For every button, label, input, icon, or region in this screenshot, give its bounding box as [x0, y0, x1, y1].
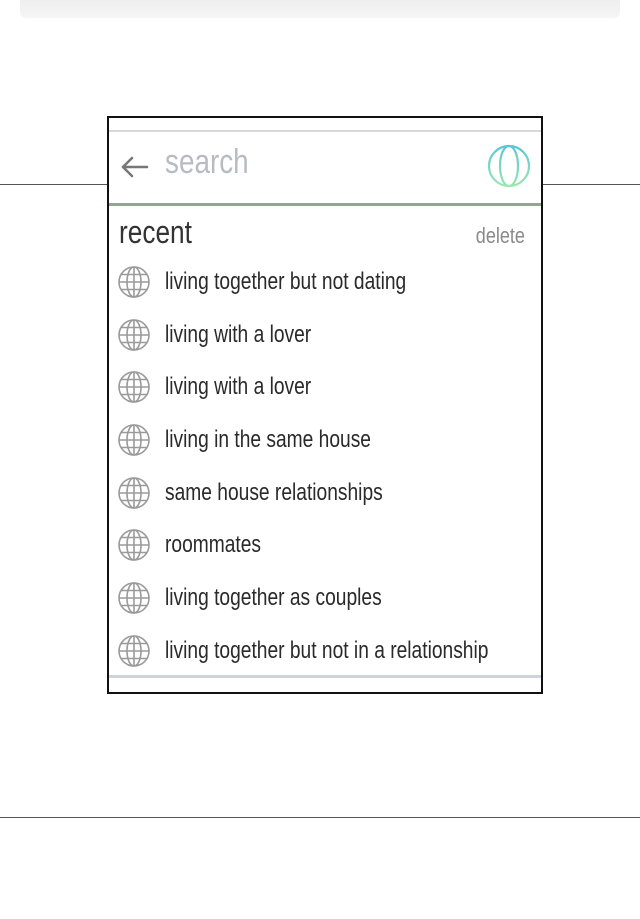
- delete-button[interactable]: delete: [476, 223, 525, 249]
- globe-icon: [118, 266, 150, 298]
- globe-icon: [118, 529, 150, 562]
- search-divider: [109, 203, 541, 206]
- page: recent delete living together but not da…: [0, 0, 640, 919]
- globe-icon: [118, 318, 150, 351]
- arrow-left-icon[interactable]: [119, 151, 151, 183]
- list-item[interactable]: living together as couples: [109, 572, 541, 625]
- divider-line: [0, 817, 640, 818]
- search-input[interactable]: [165, 142, 411, 182]
- list-item[interactable]: living in the same house: [109, 414, 541, 467]
- recent-title: recent: [119, 214, 192, 250]
- list-item[interactable]: same house relationships: [109, 467, 541, 520]
- list-item-label: living together but not dating: [165, 268, 407, 295]
- globe-icon: [118, 476, 150, 509]
- recent-list: living together but not dating living wi…: [109, 256, 541, 678]
- list-item[interactable]: living with a lover: [109, 361, 541, 414]
- globe-icon: [118, 371, 150, 404]
- list-item[interactable]: roommates: [109, 519, 541, 572]
- list-item[interactable]: living together but not dating: [109, 256, 541, 309]
- bottom-rule: [109, 675, 541, 678]
- globe-icon: [118, 424, 150, 456]
- top-shadow: [20, 0, 620, 18]
- list-item[interactable]: living together but not in a relationshi…: [109, 625, 541, 678]
- list-item-label: roommates: [165, 531, 262, 559]
- globe-icon[interactable]: [485, 142, 533, 190]
- recent-header: recent delete: [109, 214, 541, 254]
- list-item-label: living with a lover: [165, 320, 312, 348]
- list-item-label: living together as couples: [165, 584, 382, 612]
- globe-icon: [118, 582, 150, 614]
- list-item-label: same house relationships: [165, 478, 383, 506]
- search-panel: recent delete living together but not da…: [107, 116, 543, 694]
- list-item-label: living in the same house: [165, 426, 371, 454]
- search-bar: [109, 132, 541, 202]
- list-item[interactable]: living with a lover: [109, 309, 541, 362]
- globe-icon: [118, 635, 150, 667]
- list-item-label: living together but not in a relationshi…: [165, 636, 489, 664]
- list-item-label: living with a lover: [165, 373, 312, 401]
